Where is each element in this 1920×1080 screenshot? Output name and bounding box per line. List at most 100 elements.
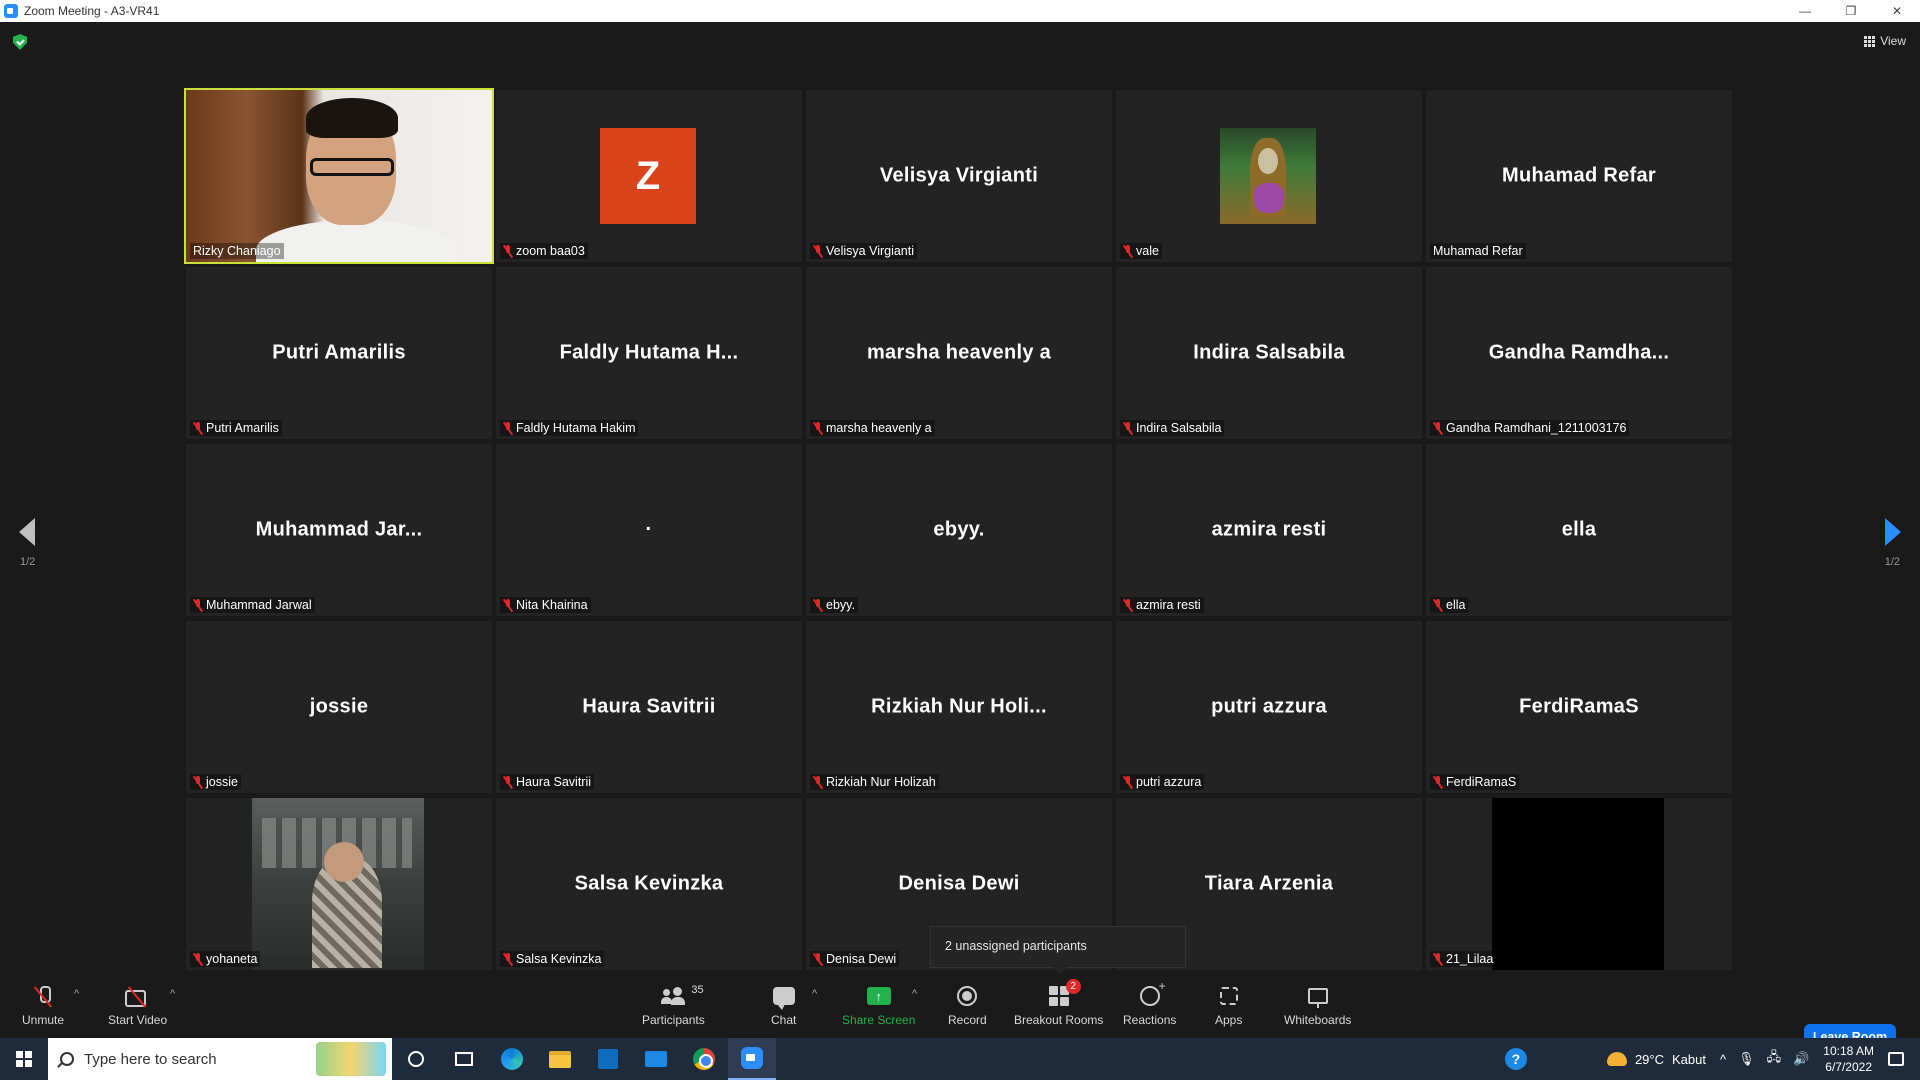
weather-icon[interactable]: [1606, 1052, 1627, 1066]
participant-tile[interactable]: 21_Lilaa: [1426, 798, 1732, 970]
video-options-caret-icon[interactable]: ^: [170, 988, 175, 1000]
share-options-caret-icon[interactable]: ^: [912, 988, 917, 1000]
participant-tile[interactable]: Gandha Ramdha... Gandha Ramdhani_12110031…: [1426, 267, 1732, 439]
file-explorer-app[interactable]: [536, 1038, 584, 1080]
microphone-icon[interactable]: 🎙: [1738, 1051, 1755, 1067]
participant-tile[interactable]: Zzoom baa03: [496, 90, 802, 262]
task-view-icon: [455, 1052, 473, 1066]
participant-tile[interactable]: Muhamad Refar Muhamad Refar: [1426, 90, 1732, 262]
chat-options-caret-icon[interactable]: ^: [812, 988, 817, 1000]
next-page-arrow-icon[interactable]: [1885, 518, 1901, 546]
start-video-button[interactable]: Start Video: [108, 982, 167, 1027]
participant-tile[interactable]: marsha heavenly a marsha heavenly a: [806, 267, 1112, 439]
participant-name-label: Haura Savitrii: [500, 774, 595, 790]
participant-name: 21_Lilaa: [1446, 952, 1494, 966]
clock[interactable]: 10:18 AM 6/7/2022: [1823, 1043, 1874, 1075]
participant-tile[interactable]: Haura Savitrii Haura Savitrii: [496, 621, 802, 793]
audio-options-caret-icon[interactable]: ^: [74, 988, 79, 1000]
muted-mic-icon: [813, 244, 823, 258]
participant-tile[interactable]: FerdiRamaS FerdiRamaS: [1426, 621, 1732, 793]
participant-tile[interactable]: putri azzura putri azzura: [1116, 621, 1422, 793]
page-indicator-right: 1/2: [1884, 556, 1900, 568]
participant-display-name: Denisa Dewi: [898, 872, 1020, 895]
participant-name-label: yohaneta: [190, 951, 261, 967]
participant-name: Gandha Ramdhani_1211003176: [1446, 421, 1627, 435]
participant-tile[interactable]: yohaneta: [186, 798, 492, 970]
participant-tile[interactable]: azmira resti azmira resti: [1116, 444, 1422, 616]
participants-button[interactable]: 35 Participants: [642, 982, 705, 1027]
participant-name-label: putri azzura: [1120, 774, 1205, 790]
participant-tile[interactable]: ella ella: [1426, 444, 1732, 616]
reactions-button[interactable]: Reactions: [1123, 979, 1176, 1027]
network-icon[interactable]: 🖧: [1767, 1048, 1782, 1070]
temperature[interactable]: 29°C: [1635, 1052, 1664, 1067]
chrome-app[interactable]: [680, 1038, 728, 1080]
help-icon[interactable]: ?: [1504, 1048, 1527, 1070]
apps-icon: [1219, 987, 1238, 1005]
cortana-button[interactable]: [392, 1038, 440, 1080]
participant-display-name: Muhammad Jar...: [255, 518, 423, 541]
muted-mic-icon: [1433, 421, 1443, 435]
minimize-button[interactable]: —: [1782, 0, 1828, 22]
notification-icon[interactable]: [1888, 1052, 1904, 1066]
window-title: Zoom Meeting - A3-VR41: [24, 4, 160, 18]
participant-tile[interactable]: jossie jossie: [186, 621, 492, 793]
participants-icon: [661, 987, 686, 1005]
participant-tile[interactable]: Salsa Kevinzka Salsa Kevinzka: [496, 798, 802, 970]
store-app[interactable]: [584, 1038, 632, 1080]
share-screen-button[interactable]: ↑ Share Screen: [842, 982, 915, 1027]
participant-tile[interactable]: vale: [1116, 90, 1422, 262]
security-shield-icon[interactable]: [13, 34, 27, 50]
participant-tile[interactable]: Velisya Virgianti Velisya Virgianti: [806, 90, 1112, 262]
share-screen-icon: ↑: [866, 987, 891, 1005]
whiteboards-button[interactable]: Whiteboards: [1284, 982, 1351, 1027]
taskbar-search-box[interactable]: Type here to search: [48, 1038, 392, 1080]
participant-name-label: zoom baa03: [500, 243, 588, 259]
participant-tile[interactable]: Indira Salsabila Indira Salsabila: [1116, 267, 1422, 439]
participant-tile[interactable]: ebyy. ebyy.: [806, 444, 1112, 616]
participant-tile[interactable]: Rizkiah Nur Holi... Rizkiah Nur Holizah: [806, 621, 1112, 793]
previous-page-arrow-icon[interactable]: [19, 518, 35, 546]
restore-button[interactable]: ❐: [1828, 0, 1874, 22]
zoom-app[interactable]: [728, 1038, 776, 1080]
participant-name: Putri Amarilis: [206, 421, 279, 435]
weather-condition[interactable]: Kabut: [1672, 1052, 1706, 1067]
chat-button[interactable]: Chat: [771, 982, 796, 1027]
volume-icon[interactable]: 🔊: [1793, 1051, 1809, 1067]
meeting-toolbar: Unmute ^ Start Video ^ 35 Participants C…: [0, 976, 1920, 1038]
mail-app[interactable]: [632, 1038, 680, 1080]
apps-button[interactable]: Apps: [1215, 982, 1242, 1027]
muted-mic-icon: [813, 598, 823, 612]
close-button[interactable]: ✕: [1874, 0, 1920, 22]
participant-tile[interactable]: Rizky Chaniago: [184, 88, 494, 264]
meeting-area: View 1/2 1/2 Rizky Chaniago Zzoom baa03 Ve…: [0, 22, 1920, 976]
participant-tile[interactable]: · Nita Khairina: [496, 444, 802, 616]
chat-label: Chat: [771, 1013, 797, 1027]
participant-name: Rizkiah Nur Holizah: [826, 775, 936, 789]
participant-name: zoom baa03: [516, 244, 585, 258]
participant-name: jossie: [206, 775, 238, 789]
unmute-button[interactable]: Unmute: [22, 982, 64, 1027]
participant-name-label: Velisya Virgianti: [810, 243, 918, 259]
participant-tile[interactable]: Muhammad Jar... Muhammad Jarwal: [186, 444, 492, 616]
whiteboard-icon: [1307, 988, 1328, 1008]
clock-date: 6/7/2022: [1825, 1060, 1872, 1074]
view-button[interactable]: View: [1864, 34, 1906, 48]
participant-display-name: marsha heavenly a: [866, 341, 1052, 364]
task-view-button[interactable]: [440, 1038, 488, 1080]
participant-name-label: Muhammad Jarwal: [190, 597, 315, 613]
participant-tile[interactable]: Faldly Hutama H... Faldly Hutama Hakim: [496, 267, 802, 439]
participant-name: marsha heavenly a: [826, 421, 932, 435]
participant-tile[interactable]: Putri Amarilis Putri Amarilis: [186, 267, 492, 439]
breakout-rooms-button[interactable]: 2 Breakout Rooms: [1014, 979, 1103, 1027]
page-indicator-left: 1/2: [20, 556, 36, 568]
muted-mic-icon: [1433, 598, 1443, 612]
start-button[interactable]: [0, 1038, 48, 1080]
muted-mic-icon: [503, 775, 513, 789]
participant-display-name: ella: [1561, 518, 1597, 541]
edge-app[interactable]: [488, 1038, 536, 1080]
participant-name: azmira resti: [1136, 598, 1201, 612]
muted-mic-icon: [1123, 775, 1133, 789]
tray-chevron-icon[interactable]: ^: [1720, 1052, 1726, 1067]
record-button[interactable]: Record: [948, 982, 987, 1027]
